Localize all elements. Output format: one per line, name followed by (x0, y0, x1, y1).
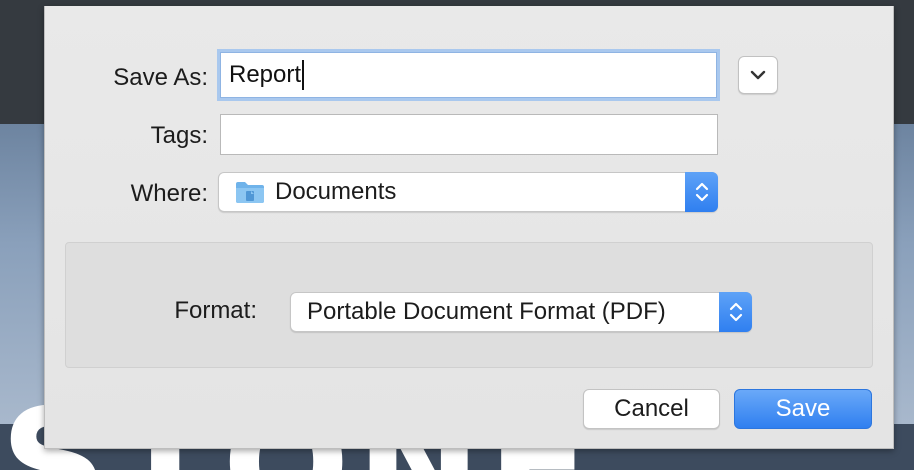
expand-dialog-button[interactable] (738, 56, 778, 94)
save-button[interactable]: Save (734, 389, 872, 429)
save-as-field[interactable]: Report (220, 52, 717, 98)
where-value: Documents (275, 178, 397, 205)
where-popup[interactable]: Documents (218, 172, 718, 212)
where-stepper[interactable] (685, 172, 718, 212)
chevron-down-icon (750, 70, 766, 80)
up-down-chevron-icon (729, 302, 742, 322)
format-stepper[interactable] (719, 292, 752, 332)
tags-field[interactable] (220, 114, 718, 155)
tags-label: Tags: (150, 122, 208, 149)
text-caret (302, 60, 305, 90)
save-as-label: Save As: (113, 64, 208, 91)
folder-icon (236, 182, 264, 203)
save-as-value: Report (229, 61, 302, 88)
save-dialog: Save As: Report Tags: Where: Documents F… (44, 6, 894, 449)
format-options-panel: Format: Portable Document Format (PDF) (65, 242, 873, 368)
where-label: Where: (130, 180, 208, 207)
cancel-button[interactable]: Cancel (583, 389, 720, 429)
format-value: Portable Document Format (PDF) (307, 298, 666, 325)
format-popup[interactable]: Portable Document Format (PDF) (290, 292, 752, 332)
up-down-chevron-icon (695, 182, 708, 202)
format-label: Format: (174, 297, 257, 324)
